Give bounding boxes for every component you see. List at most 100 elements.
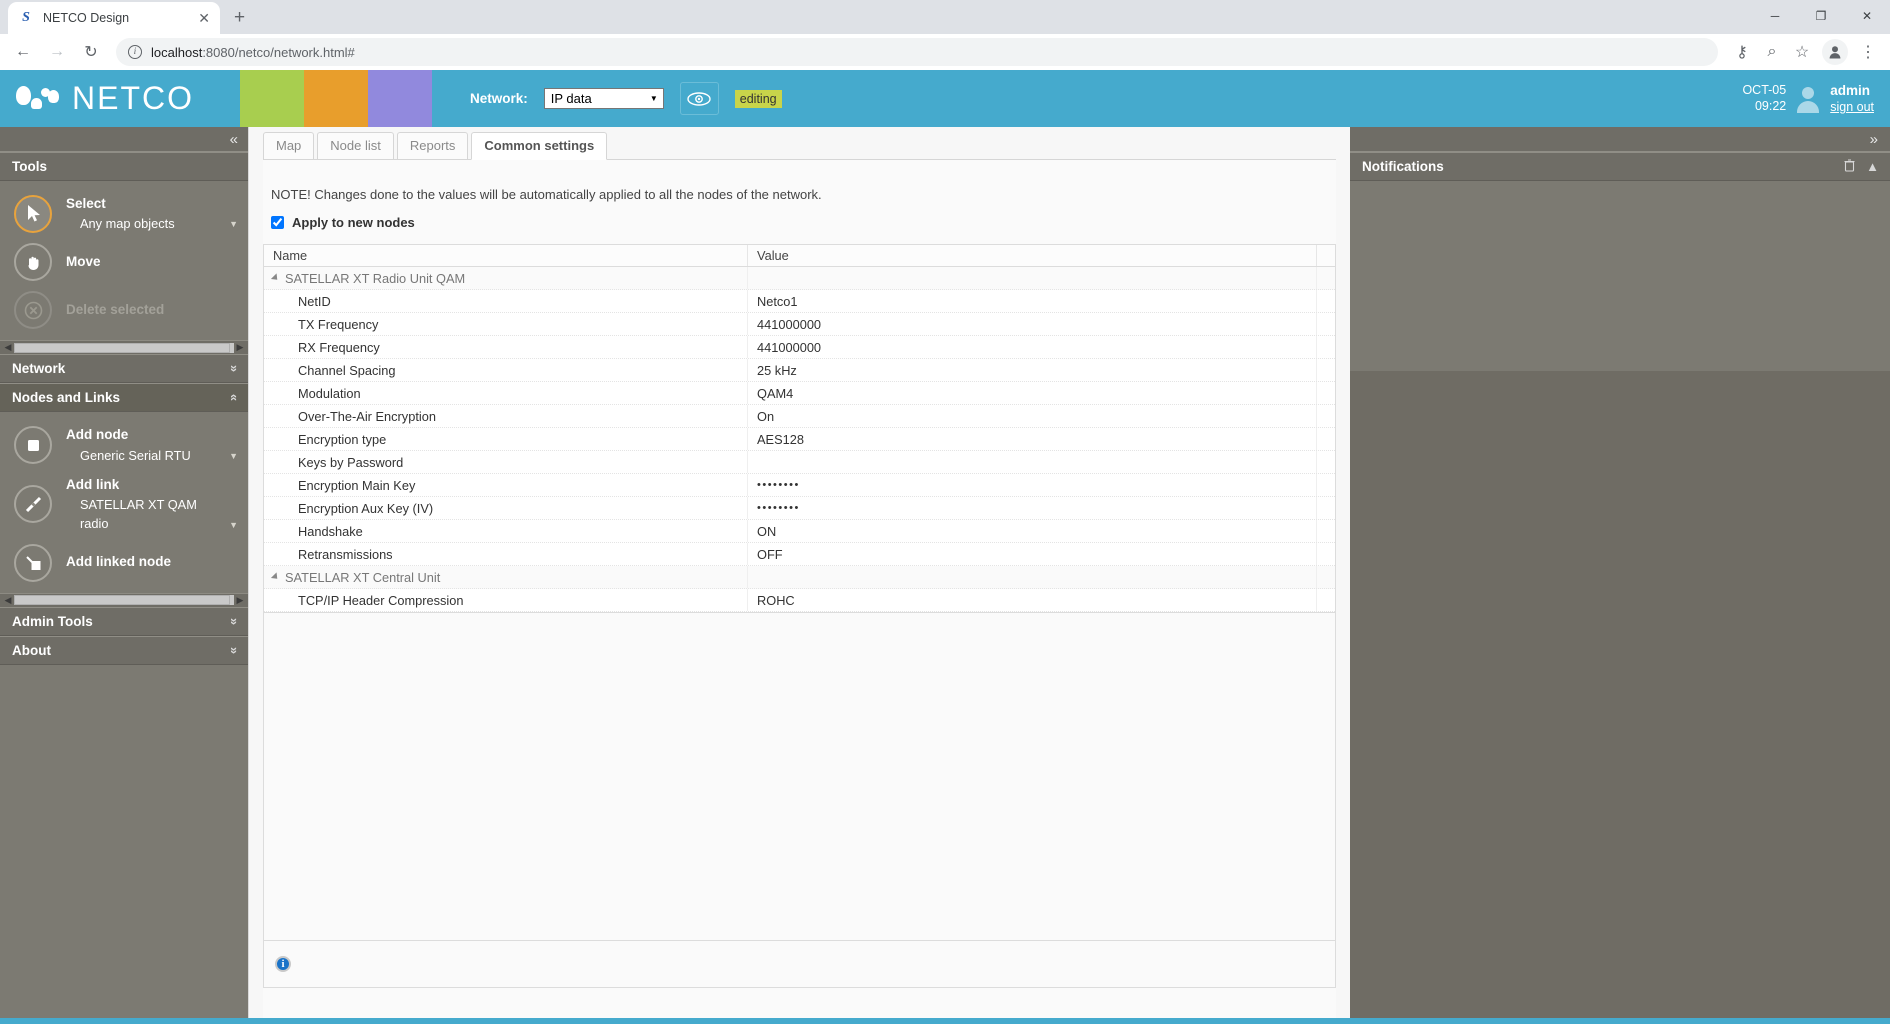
setting-value[interactable] [748, 451, 1317, 473]
profile-avatar-icon[interactable] [1822, 39, 1848, 65]
tool-select-text: Select Any map objects [66, 194, 215, 233]
content-bottom-space [263, 988, 1336, 1018]
trash-icon[interactable] [1844, 159, 1855, 175]
key-icon[interactable]: ⚷ [1728, 38, 1756, 66]
site-info-icon[interactable]: i [128, 45, 142, 59]
sidebar-section-admin-tools[interactable]: Admin Tools » [0, 607, 248, 636]
sign-out-link[interactable]: sign out [1830, 99, 1874, 115]
maximize-window-button[interactable]: ❐ [1798, 0, 1844, 32]
table-row[interactable]: Keys by Password [264, 451, 1335, 474]
nodes-scroll-track[interactable] [14, 595, 234, 605]
table-row[interactable]: TX Frequency 441000000 [264, 313, 1335, 336]
nodes-links-hscrollbar[interactable]: ◀ ▶ [0, 593, 248, 607]
table-row[interactable]: Channel Spacing 25 kHz [264, 359, 1335, 382]
apply-to-new-nodes-checkbox[interactable] [271, 216, 284, 229]
sidebar-filler [0, 665, 248, 1019]
setting-name: Modulation [264, 382, 748, 404]
table-row[interactable]: NetID Netco1 [264, 290, 1335, 313]
swatch-orange [304, 70, 368, 127]
tool-add-node-dropdown-icon[interactable]: ▼ [229, 451, 238, 461]
info-icon[interactable]: i [275, 956, 291, 972]
setting-value[interactable]: 441000000 [748, 336, 1317, 358]
address-bar[interactable]: i localhost:8080/netco/network.html# [116, 38, 1718, 66]
column-header-pad [1317, 245, 1335, 266]
table-row[interactable]: TCP/IP Header Compression ROHC [264, 589, 1335, 612]
setting-value-masked[interactable]: •••••••• [748, 474, 1317, 496]
setting-value[interactable]: Netco1 [748, 290, 1317, 312]
sidebar-section-network-chevron: » [227, 365, 242, 372]
tool-delete-title: Delete selected [66, 300, 238, 320]
tool-add-node[interactable]: Add node Generic Serial RTU ▼ [0, 420, 248, 469]
forward-icon[interactable]: → [42, 37, 72, 67]
table-row[interactable]: Over-The-Air Encryption On [264, 405, 1335, 428]
setting-value[interactable]: OFF [748, 543, 1317, 565]
app-header: NETCO Network: IP data ▼ editing OCT-05 … [0, 70, 1890, 127]
tab-reports[interactable]: Reports [397, 132, 469, 160]
settings-group-row[interactable]: SATELLAR XT Central Unit [264, 566, 1335, 589]
setting-value[interactable]: AES128 [748, 428, 1317, 450]
tab-node-list[interactable]: Node list [317, 132, 394, 160]
minimize-window-button[interactable]: ─ [1752, 0, 1798, 32]
apply-to-new-nodes-label[interactable]: Apply to new nodes [292, 215, 415, 230]
settings-group-row[interactable]: SATELLAR XT Radio Unit QAM [264, 267, 1335, 290]
notifications-filler [1350, 371, 1890, 1018]
tool-move[interactable]: Move [0, 238, 248, 286]
sidebar-section-nodes-links[interactable]: Nodes and Links « [0, 383, 248, 412]
tool-add-linked-node[interactable]: Add linked node [0, 539, 248, 587]
scroll-right-icon-2[interactable]: ▶ [234, 595, 246, 606]
reload-icon[interactable]: ↻ [76, 37, 106, 67]
table-row[interactable]: Retransmissions OFF [264, 543, 1335, 566]
sidebar-section-about[interactable]: About » [0, 636, 248, 665]
scroll-right-icon[interactable]: ▶ [234, 342, 246, 353]
back-icon[interactable]: ← [8, 37, 38, 67]
table-row[interactable]: Encryption Main Key •••••••• [264, 474, 1335, 497]
table-row[interactable]: Encryption type AES128 [264, 428, 1335, 451]
hand-icon [14, 243, 52, 281]
sidebar-section-tools[interactable]: Tools [0, 152, 248, 181]
tool-add-link[interactable]: Add link SATELLAR XT QAM radio ▼ [0, 470, 248, 539]
table-row[interactable]: RX Frequency 441000000 [264, 336, 1335, 359]
preview-eye-icon[interactable] [680, 82, 719, 115]
setting-value[interactable]: ON [748, 520, 1317, 542]
setting-value[interactable]: On [748, 405, 1317, 427]
star-icon[interactable]: ☆ [1788, 38, 1816, 66]
tool-delete-selected[interactable]: Delete selected [0, 286, 248, 334]
tool-add-link-dropdown-icon[interactable]: ▼ [229, 520, 238, 530]
linked-node-icon [14, 544, 52, 582]
tool-add-link-text: Add link SATELLAR XT QAM radio [66, 475, 215, 534]
tool-add-linked-node-title: Add linked node [66, 552, 238, 572]
collapse-triangle-icon[interactable] [271, 572, 280, 581]
tab-common-settings[interactable]: Common settings [471, 132, 607, 160]
collapse-triangle-icon[interactable] [271, 273, 280, 282]
notifications-collapse-caret-icon[interactable]: ▲ [1866, 159, 1879, 174]
sidebar-collapse-icon[interactable]: « [0, 127, 248, 152]
tools-scroll-track[interactable] [14, 343, 234, 353]
scroll-left-icon-2[interactable]: ◀ [2, 595, 14, 606]
table-row[interactable]: Encryption Aux Key (IV) •••••••• [264, 497, 1335, 520]
notifications-collapse-icon[interactable]: » [1350, 127, 1890, 152]
network-select[interactable]: IP data ▼ [544, 88, 664, 109]
zoom-icon[interactable]: ⌕ [1758, 38, 1786, 66]
table-row[interactable]: Modulation QAM4 [264, 382, 1335, 405]
close-window-button[interactable]: ✕ [1844, 0, 1890, 32]
setting-value[interactable]: ROHC [748, 589, 1317, 611]
close-tab-icon[interactable]: ✕ [198, 11, 210, 25]
sidebar-section-network[interactable]: Network » [0, 354, 248, 383]
browser-menu-icon[interactable]: ⋮ [1854, 38, 1882, 66]
new-tab-button[interactable]: + [234, 7, 245, 29]
setting-value-masked[interactable]: •••••••• [748, 497, 1317, 519]
setting-value[interactable]: 25 kHz [748, 359, 1317, 381]
tool-move-text: Move [66, 252, 238, 272]
setting-value[interactable]: 441000000 [748, 313, 1317, 335]
table-row[interactable]: Handshake ON [264, 520, 1335, 543]
tools-hscrollbar[interactable]: ◀ ▶ [0, 340, 248, 354]
header-user-area: OCT-05 09:22 admin sign out [1742, 70, 1890, 127]
browser-tabstrip: S NETCO Design ✕ + ─ ❐ ✕ [0, 0, 1890, 34]
tool-select[interactable]: Select Any map objects ▼ [0, 189, 248, 238]
tool-select-dropdown-icon[interactable]: ▼ [229, 219, 238, 229]
setting-value[interactable]: QAM4 [748, 382, 1317, 404]
common-settings-panel: NOTE! Changes done to the values will be… [263, 160, 1336, 1018]
browser-tab[interactable]: S NETCO Design ✕ [8, 2, 220, 34]
scroll-left-icon[interactable]: ◀ [2, 342, 14, 353]
tab-map[interactable]: Map [263, 132, 314, 160]
